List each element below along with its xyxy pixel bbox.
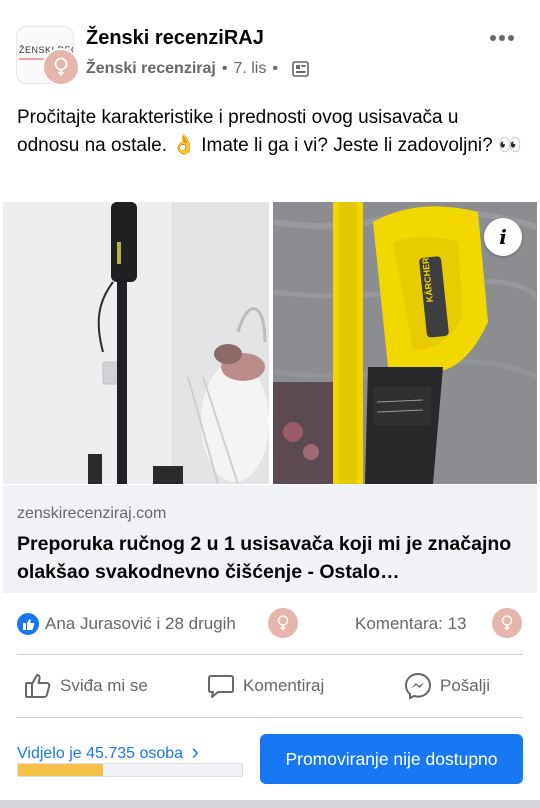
reactions-bar: Ana Jurasović i 28 drugih Komentara: 13	[0, 600, 540, 646]
views-count: Vidjelo je 45.735 osoba	[17, 745, 184, 762]
thumbs-up-icon	[25, 674, 51, 698]
like-button[interactable]: Sviđa mi se	[24, 655, 148, 717]
vacuum-standing-image	[3, 202, 269, 484]
audience-icon	[292, 61, 309, 77]
post-meta: Ženski recenziraj • 7. lis •	[86, 60, 309, 78]
reactions-summary[interactable]: Ana Jurasović i 28 drugih	[45, 614, 236, 634]
commenter-avatar[interactable]	[492, 608, 522, 638]
comment-icon	[208, 675, 234, 698]
venus-icon	[277, 615, 289, 631]
send-label: Pošalji	[440, 676, 491, 695]
send-button[interactable]: Pošalji	[404, 655, 490, 717]
thumbs-up-icon	[22, 618, 34, 630]
feed-separator	[0, 800, 540, 808]
venus-icon	[54, 57, 68, 76]
page-avatar[interactable]: ŽENSKI REC	[16, 26, 80, 86]
reactor-avatar[interactable]	[268, 608, 298, 638]
post-time[interactable]: 7. lis	[233, 60, 266, 78]
info-button[interactable]: i	[484, 218, 522, 256]
post-header: ŽENSKI REC Ženski recenziRAJ Ženski rece…	[0, 0, 540, 95]
venus-icon	[501, 615, 513, 631]
messenger-icon	[404, 672, 432, 700]
link-title[interactable]: Preporuka ručnog 2 u 1 usisavača koji mi…	[17, 530, 527, 586]
vacuum-photo-left[interactable]	[3, 202, 269, 484]
promote-button[interactable]: Promoviranje nije dostupno	[260, 734, 523, 784]
link-domain: zenskirecenziraj.com	[17, 505, 167, 522]
views-link[interactable]: Vidjelo je 45.735 osoba ›	[17, 738, 199, 764]
comment-label: Komentiraj	[243, 676, 325, 695]
action-bar: Sviđa mi se Komentiraj Pošalji	[0, 655, 540, 717]
like-label: Sviđa mi se	[60, 676, 148, 695]
more-icon	[490, 35, 514, 41]
author-name[interactable]: Ženski recenziraj	[86, 60, 216, 78]
post-insights: Vidjelo je 45.735 osoba › Promoviranje n…	[0, 718, 540, 798]
promote-label: Promoviranje nije dostupno	[285, 748, 498, 769]
chevron-right-icon: ›	[191, 739, 199, 764]
reach-progress-bar	[17, 763, 243, 777]
like-reaction-icon	[17, 613, 39, 635]
profile-avatar	[42, 48, 80, 86]
more-options-button[interactable]	[488, 24, 516, 52]
post-media[interactable]: KÄRCHER	[3, 202, 537, 484]
page-name[interactable]: Ženski recenziRAJ	[86, 27, 264, 50]
comment-button[interactable]: Komentiraj	[207, 655, 324, 717]
post-text: Pročitajte karakteristike i prednosti ov…	[17, 107, 522, 156]
reach-progress-fill	[18, 764, 104, 776]
link-preview[interactable]: zenskirecenziraj.com Preporuka ručnog 2 …	[3, 485, 537, 593]
comments-count[interactable]: Komentara: 13	[355, 614, 467, 634]
